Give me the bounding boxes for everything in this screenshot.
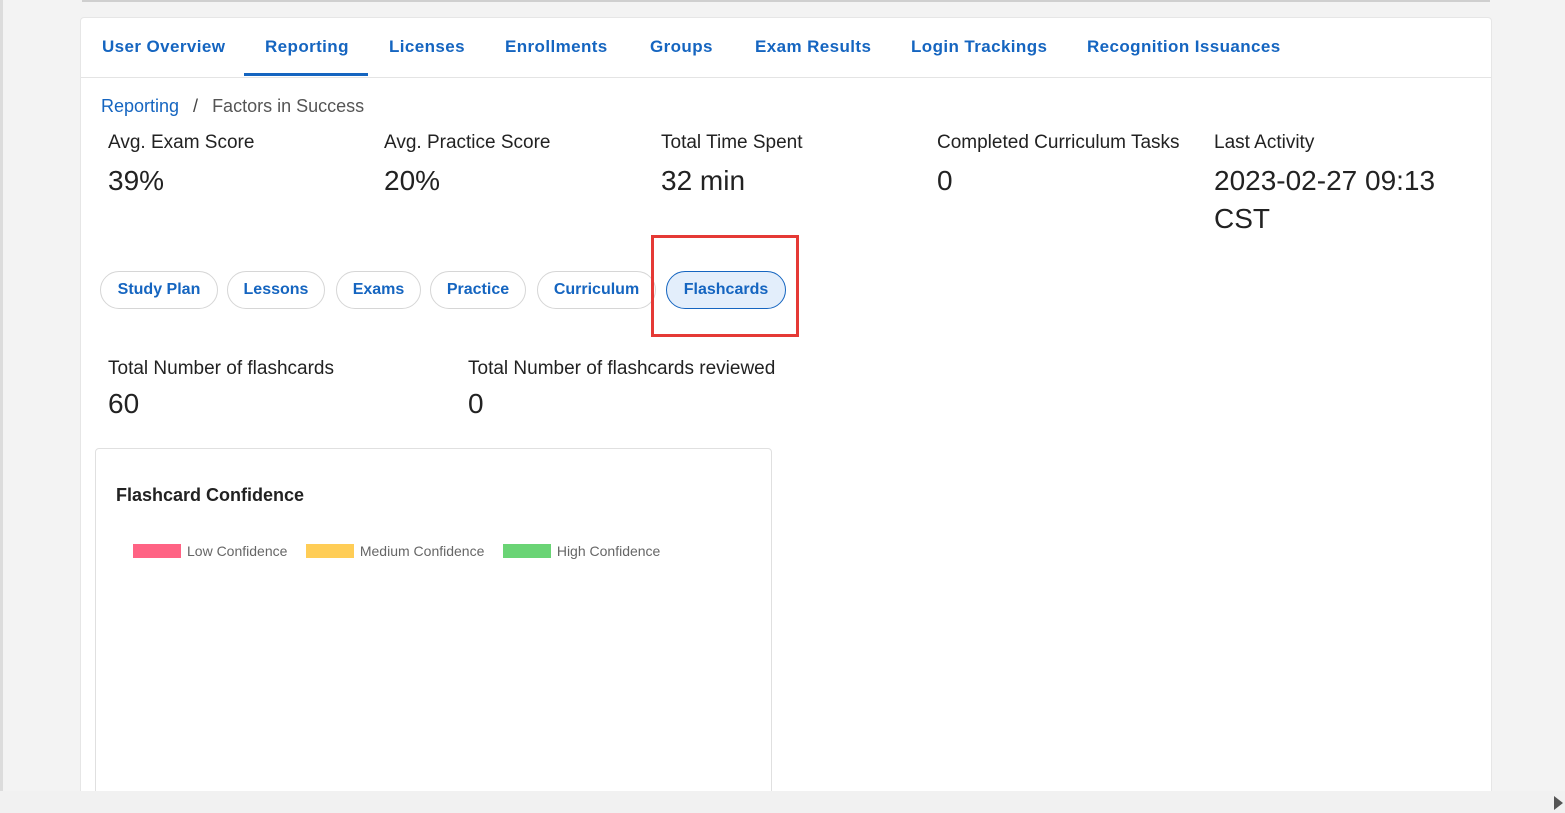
chart-legend: Low Confidence Medium Confidence High Co… — [133, 542, 674, 560]
legend-swatch-medium — [305, 543, 354, 558]
window-left-edge — [0, 0, 3, 813]
tab-recognition-issuances[interactable]: Recognition Issuances — [1087, 37, 1281, 57]
stat-last-activity: Last Activity 2023-02-27 09:13 CST — [1214, 132, 1435, 238]
legend-label: High Confidence — [556, 542, 661, 559]
stat-value: 2023-02-27 09:13 CST — [1214, 162, 1435, 238]
chart-title: Flashcard Confidence — [116, 485, 305, 505]
breadcrumb: Reporting / Factors in Success — [101, 96, 364, 117]
tab-reporting[interactable]: Reporting — [265, 37, 349, 57]
stat-value: 0 — [937, 165, 953, 196]
filter-flashcards[interactable]: Flashcards — [666, 271, 786, 309]
stat-label: Total Time Spent — [661, 132, 803, 153]
stat-avg-practice-score: Avg. Practice Score 20% — [384, 132, 551, 200]
legend-item-low-confidence[interactable]: Low Confidence — [133, 542, 287, 560]
breadcrumb-separator: / — [193, 96, 199, 116]
filter-curriculum[interactable]: Curriculum — [537, 271, 656, 309]
tab-groups[interactable]: Groups — [650, 37, 713, 57]
last-activity-timezone: CST — [1214, 203, 1270, 234]
stat-label: Avg. Practice Score — [384, 132, 551, 153]
stat-value: 60 — [108, 388, 140, 419]
legend-label: Medium Confidence — [359, 542, 485, 559]
legend-item-high-confidence[interactable]: High Confidence — [502, 542, 661, 560]
flashcard-confidence-chart-panel: Flashcard Confidence Low Confidence Medi… — [95, 448, 772, 813]
tab-login-trackings[interactable]: Login Trackings — [911, 37, 1047, 57]
tab-licenses[interactable]: Licenses — [389, 37, 465, 57]
stat-value: 32 min — [661, 165, 746, 196]
stat-label: Total Number of flashcards — [108, 358, 334, 379]
stat-label: Avg. Exam Score — [108, 132, 255, 153]
last-activity-datetime: 2023-02-27 09:13 — [1214, 165, 1436, 196]
tab-exam-results[interactable]: Exam Results — [755, 37, 871, 57]
horizontal-scrollbar[interactable] — [0, 791, 1565, 813]
legend-item-medium-confidence[interactable]: Medium Confidence — [305, 542, 485, 560]
page: User Overview Reporting Licenses Enrollm… — [0, 0, 1565, 813]
stat-label: Last Activity — [1214, 132, 1315, 153]
previous-card-edge — [82, 0, 1490, 2]
filter-lessons[interactable]: Lessons — [227, 271, 325, 309]
tab-enrollments[interactable]: Enrollments — [505, 37, 608, 57]
active-tab-indicator — [244, 73, 368, 76]
legend-swatch-high — [502, 543, 551, 558]
filter-exams[interactable]: Exams — [336, 271, 421, 309]
tab-user-overview[interactable]: User Overview — [102, 37, 225, 57]
stat-total-time-spent: Total Time Spent 32 min — [661, 132, 803, 200]
stat-total-flashcards-reviewed: Total Number of flashcards reviewed 0 — [468, 358, 775, 420]
stat-label: Total Number of flashcards reviewed — [468, 358, 776, 379]
stat-completed-curriculum-tasks: Completed Curriculum Tasks 0 — [937, 132, 1180, 200]
stat-value: 39% — [108, 165, 165, 196]
breadcrumb-current: Factors in Success — [212, 96, 365, 116]
stat-avg-exam-score: Avg. Exam Score 39% — [108, 132, 254, 200]
stat-value: 0 — [468, 388, 484, 419]
stat-label: Completed Curriculum Tasks — [937, 132, 1180, 153]
top-tab-bar: User Overview Reporting Licenses Enrollm… — [81, 18, 1491, 78]
legend-swatch-low — [133, 543, 181, 558]
filter-practice[interactable]: Practice — [430, 271, 526, 309]
scroll-right-arrow-icon[interactable] — [1554, 796, 1563, 810]
main-card: User Overview Reporting Licenses Enrollm… — [80, 17, 1492, 813]
stat-total-flashcards: Total Number of flashcards 60 — [108, 358, 334, 420]
breadcrumb-reporting-link[interactable]: Reporting — [101, 96, 179, 116]
stat-value: 20% — [384, 165, 441, 196]
filter-study-plan[interactable]: Study Plan — [100, 271, 218, 309]
legend-label: Low Confidence — [187, 542, 288, 559]
